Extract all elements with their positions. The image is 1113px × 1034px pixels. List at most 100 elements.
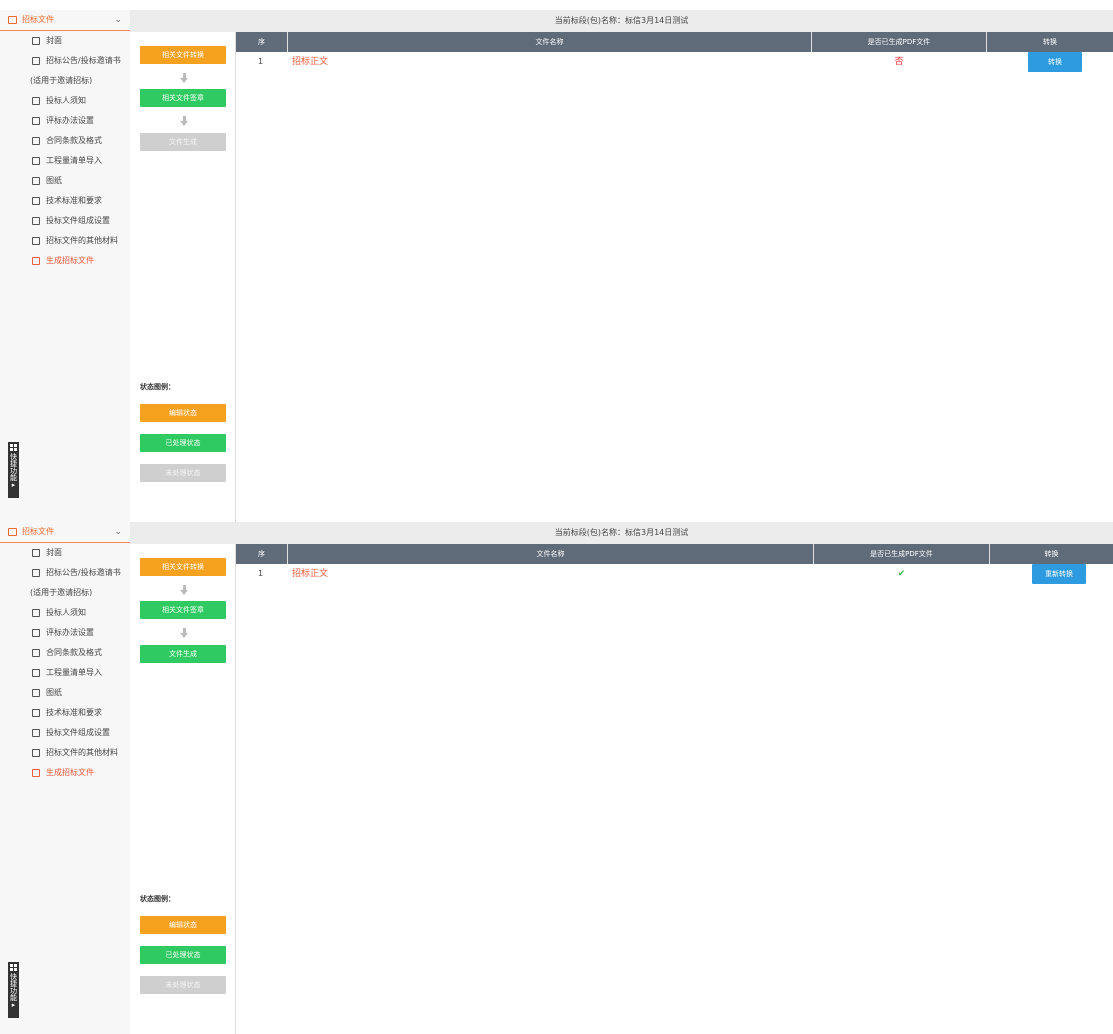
sidebar-item-drawings[interactable]: 图纸 — [0, 683, 130, 703]
header-name: 文件名称 — [535, 38, 564, 46]
sidebar-item-announcement[interactable]: 招标公告/投标邀请书 — [0, 51, 130, 71]
quick-functions-button[interactable]: 快捷功能 ▸ — [8, 962, 19, 1018]
generate-icon — [32, 769, 40, 777]
sidebar: 招标文件 ⌄ 封面 招标公告/投标邀请书 (适用于邀请招标) 投标人须知 评标办… — [0, 522, 130, 1034]
legend-todo: 未处理状态 — [140, 976, 226, 994]
sidebar-item-contract[interactable]: 合同条款及格式 — [0, 131, 130, 151]
header-convert: 转换 — [1043, 38, 1057, 46]
sidebar-header[interactable]: 招标文件 ⌄ — [0, 522, 130, 543]
generate-icon — [32, 257, 40, 265]
arrow-down-icon — [180, 73, 188, 83]
table-row: 1 招标正文 ✔ 重新转换 — [236, 564, 1113, 584]
sidebar: 招标文件 ⌄ 封面 招标公告/投标邀请书 (适用于邀请招标) 投标人须知 评标办… — [0, 10, 130, 522]
workflow-panel: 相关文件转换 相关文件签章 文件生成 状态图例： 编辑状态 已处理状态 未处理状… — [130, 32, 236, 522]
sidebar-item-evaluation[interactable]: 评标办法设置 — [0, 111, 130, 131]
sidebar-item-bill-import[interactable]: 工程量清单导入 — [0, 663, 130, 683]
row-no: 1 — [258, 57, 264, 66]
grid-icon — [10, 444, 17, 451]
quick-functions-label: 快捷功能 — [9, 453, 18, 481]
step-convert-button[interactable]: 相关文件转换 — [140, 558, 226, 576]
folder-icon — [32, 237, 40, 245]
step-sign-button[interactable]: 相关文件签章 — [140, 89, 226, 107]
sidebar-item-bidder-notice[interactable]: 投标人须知 — [0, 91, 130, 111]
sidebar-header-label: 招标文件 — [22, 527, 54, 536]
header-name: 文件名称 — [536, 550, 565, 558]
sidebar-item-other-materials[interactable]: 招标文件的其他材料 — [0, 743, 130, 763]
sidebar-item-generate[interactable]: 生成招标文件 — [0, 763, 130, 783]
gear-icon — [32, 669, 40, 677]
sidebar-item-generate[interactable]: 生成招标文件 — [0, 251, 130, 271]
list-icon — [32, 197, 40, 205]
sidebar-item-cover[interactable]: 封面 — [0, 543, 130, 563]
drawing-icon — [32, 177, 40, 185]
row-file-name[interactable]: 招标正文 — [292, 564, 328, 584]
sidebar-item-contract[interactable]: 合同条款及格式 — [0, 643, 130, 663]
sidebar-item-announcement-note: (适用于邀请招标) — [30, 588, 93, 597]
current-section-bar: 当前标段(包)名称：标信3月14日测试 — [130, 10, 1113, 32]
sidebar-item-bid-composition[interactable]: 投标文件组成设置 — [0, 723, 130, 743]
table-row: 1 招标正文 否 转换 — [236, 52, 1113, 72]
legend-title: 状态图例： — [140, 383, 175, 391]
legend-done: 已处理状态 — [140, 434, 226, 452]
sidebar-item-tech-standards[interactable]: 技术标准和要求 — [0, 703, 130, 723]
caret-right-icon: ▸ — [11, 481, 16, 489]
row-no: 1 — [258, 569, 264, 578]
header-no: 序 — [258, 550, 265, 558]
step-convert-button[interactable]: 相关文件转换 — [140, 46, 226, 64]
gear-icon — [32, 157, 40, 165]
step-generate-button[interactable]: 文件生成 — [140, 645, 226, 663]
legend-edit: 编辑状态 — [140, 404, 226, 422]
sidebar-header[interactable]: 招标文件 ⌄ — [0, 10, 130, 31]
sidebar-item-announcement-note: (适用于邀请招标) — [30, 76, 93, 85]
sidebar-item-bidder-notice[interactable]: 投标人须知 — [0, 603, 130, 623]
convert-button[interactable]: 转换 — [1028, 52, 1082, 72]
drawing-icon — [32, 689, 40, 697]
sidebar-item-announcement[interactable]: 招标公告/投标邀请书 — [0, 563, 130, 583]
file-table: 序 文件名称 是否已生成PDF文件 转换 1 招标正文 否 转换 — [236, 32, 1113, 72]
sidebar-item-cover[interactable]: 封面 — [0, 31, 130, 51]
arrow-down-icon — [180, 116, 188, 126]
current-section-bar: 当前标段(包)名称：标信3月14日测试 — [130, 522, 1113, 544]
legend-todo: 未处理状态 — [140, 464, 226, 482]
header-convert: 转换 — [1044, 550, 1059, 558]
arrow-down-icon — [180, 628, 188, 638]
quick-functions-label: 快捷功能 — [9, 973, 18, 1001]
legend-edit: 编辑状态 — [140, 916, 226, 934]
document-icon — [8, 15, 17, 24]
folder-icon — [32, 749, 40, 757]
notice-icon — [32, 609, 40, 617]
sidebar-item-drawings[interactable]: 图纸 — [0, 171, 130, 191]
row-pdf-status-check-icon: ✔ — [897, 569, 906, 579]
header-pdf: 是否已生成PDF文件 — [870, 550, 933, 558]
sidebar-menu: 封面 招标公告/投标邀请书 (适用于邀请招标) 投标人须知 评标办法设置 合同条… — [0, 543, 130, 783]
sidebar-item-evaluation[interactable]: 评标办法设置 — [0, 623, 130, 643]
row-pdf-status: 否 — [894, 57, 904, 67]
sidebar-item-tech-standards[interactable]: 技术标准和要求 — [0, 191, 130, 211]
header-pdf: 是否已生成PDF文件 — [867, 38, 931, 46]
workflow-panel: 相关文件转换 相关文件签章 文件生成 状态图例： 编辑状态 已处理状态 未处理状… — [130, 544, 236, 1034]
header-no: 序 — [258, 38, 265, 46]
row-file-name[interactable]: 招标正文 — [292, 52, 328, 72]
file-table: 序 文件名称 是否已生成PDF文件 转换 1 招标正文 ✔ 重新转换 — [236, 544, 1113, 584]
contract-icon — [32, 137, 40, 145]
notice-icon — [32, 97, 40, 105]
quick-functions-button[interactable]: 快捷功能 ▸ — [8, 442, 19, 498]
sidebar-item-bid-composition[interactable]: 投标文件组成设置 — [0, 211, 130, 231]
chevron-down-icon[interactable]: ⌄ — [114, 10, 122, 30]
step-generate-button[interactable]: 文件生成 — [140, 133, 226, 151]
legend-done: 已处理状态 — [140, 946, 226, 964]
table-header: 序 文件名称 是否已生成PDF文件 转换 — [236, 32, 1113, 52]
panel-before: 招标文件 ⌄ 封面 招标公告/投标邀请书 (适用于邀请招标) 投标人须知 评标办… — [0, 10, 1113, 522]
announcement-icon — [32, 569, 40, 577]
cover-icon — [32, 549, 40, 557]
sidebar-item-bill-import[interactable]: 工程量清单导入 — [0, 151, 130, 171]
document-icon — [8, 527, 17, 536]
step-sign-button[interactable]: 相关文件签章 — [140, 601, 226, 619]
sidebar-item-other-materials[interactable]: 招标文件的其他材料 — [0, 231, 130, 251]
user-icon — [32, 117, 40, 125]
list-icon — [32, 709, 40, 717]
sidebar-header-label: 招标文件 — [22, 15, 54, 24]
sidebar-menu: 封面 招标公告/投标邀请书 (适用于邀请招标) 投标人须知 评标办法设置 合同条… — [0, 31, 130, 271]
chevron-down-icon[interactable]: ⌄ — [114, 522, 122, 542]
reconvert-button[interactable]: 重新转换 — [1032, 564, 1086, 584]
